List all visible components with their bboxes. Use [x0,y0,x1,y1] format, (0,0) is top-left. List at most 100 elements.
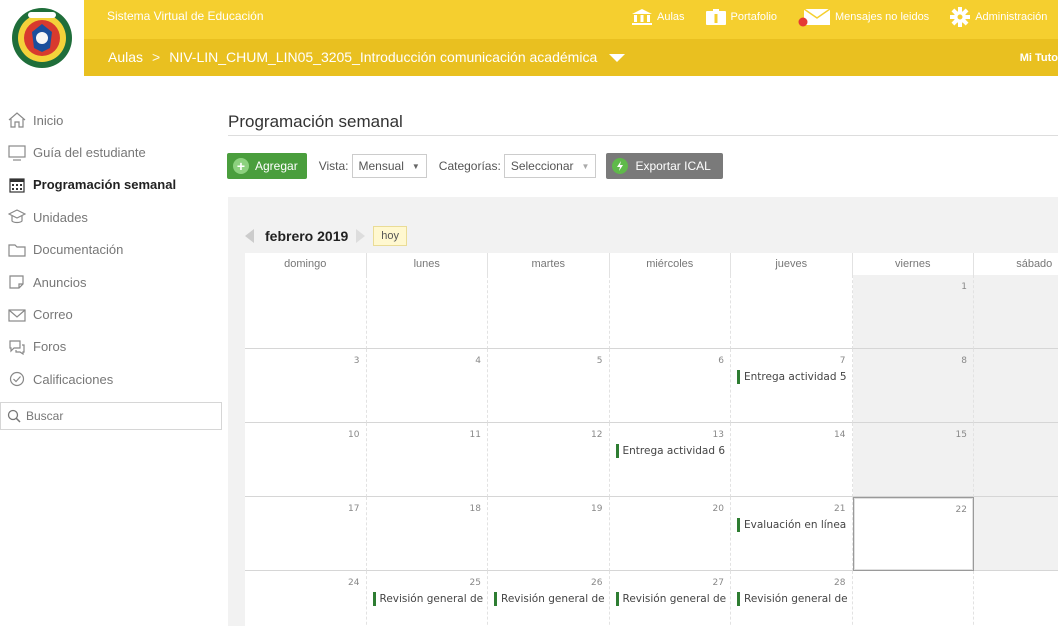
breadcrumb-bar: Aulas > NIV-LIN_CHUM_LIN05_3205_Introducci… [84,39,1058,76]
day-cell[interactable]: 22 [852,497,974,571]
user-link[interactable]: Mi Tuto [1020,52,1058,64]
day-cell[interactable]: 14 [731,423,853,497]
sidebar-item-correo[interactable]: Correo [0,298,224,330]
day-cell[interactable]: 21 Evaluación en línea 2 [731,497,853,571]
calendar-event[interactable]: Revisión general de la a [737,592,850,606]
day-number: 19 [591,504,603,514]
breadcrumb: Aulas > NIV-LIN_CHUM_LIN05_3205_Introducci… [108,49,626,65]
day-cell[interactable]: 4 [366,349,488,423]
day-number: 13 [712,430,724,440]
day-cell[interactable]: 19 [488,497,610,571]
institution-logo[interactable] [0,0,84,76]
day-cell[interactable]: 2 [974,275,1058,349]
sidebar-item-label: Foros [33,339,67,355]
day-cell[interactable]: 11 [366,423,488,497]
day-cell[interactable] [731,275,853,349]
day-cell[interactable]: 15 [852,423,974,497]
day-cell[interactable] [853,571,974,626]
chevron-down-icon: ▼ [581,161,590,171]
calendar-event[interactable]: Revisión general de la a [372,592,485,606]
day-cell[interactable]: 7 Entrega actividad 5 [731,349,853,423]
nav-portafolio[interactable]: Portafolio [705,9,777,25]
page-title: Programación semanal [228,112,403,131]
day-cell[interactable]: 8 [852,349,974,423]
day-cell[interactable]: 20 [609,497,731,571]
site-title[interactable]: Sistema Virtual de Educación [107,9,264,23]
next-month-icon[interactable] [356,229,366,243]
day-cell[interactable]: 1 [852,275,974,349]
day-cell[interactable]: 26 Revisión general de la a [488,571,610,626]
day-cell[interactable]: 5 [488,349,610,423]
day-cell[interactable]: 17 [245,497,367,571]
nav-administracion[interactable]: Administración [950,7,1047,27]
calendar-event[interactable]: Entrega actividad 6 [615,444,729,458]
sidebar-item-label: Programación semanal [33,177,177,193]
breadcrumb-course[interactable]: NIV-LIN_CHUM_LIN05_3205_Introducción com… [169,49,597,65]
graduation-cap-icon [8,209,26,224]
calendar-event[interactable]: Revisión general de la a [615,592,728,606]
add-button[interactable]: + Agregar [227,153,307,179]
categories-select[interactable]: Seleccionar ▼ [503,154,597,178]
day-number: 24 [348,578,360,588]
day-cell[interactable]: 10 [245,423,367,497]
day-number: 14 [834,430,846,440]
day-cell[interactable]: 6 [609,349,731,423]
day-cell[interactable]: 13 Entrega actividad 6 [609,423,731,497]
day-cell[interactable]: 18 [366,497,488,571]
day-cell[interactable] [974,571,1058,626]
day-number: 7 [839,356,846,366]
home-icon [8,112,26,128]
calendar-event[interactable]: Entrega actividad 5 [737,370,850,384]
title-divider [228,135,1058,136]
day-cell[interactable]: 24 [245,571,367,626]
view-select[interactable]: Mensual ▼ [351,154,427,178]
month-label: febrero 2019 [265,228,349,244]
day-cell[interactable]: 25 Revisión general de la a [367,571,488,626]
day-number: 5 [596,356,603,366]
day-number: 20 [712,504,724,514]
day-cell[interactable]: 27 Revisión general de la a [610,571,731,626]
calendar-event[interactable]: Revisión general de la a [494,592,607,606]
search-icon [7,409,21,423]
day-cell[interactable]: 3 [245,349,367,423]
day-cell[interactable] [245,275,367,349]
calendar-toolbar: + Agregar Vista: Mensual ▼ Categorías: Se… [227,152,723,180]
day-cell[interactable]: 23 [974,497,1058,571]
day-number: 12 [591,430,603,440]
day-cell[interactable] [366,275,488,349]
day-cell[interactable]: 28 Revisión general de la a [731,571,853,626]
nav-aulas-label: Aulas [657,11,685,23]
today-button[interactable]: hoy [373,226,408,246]
sidebar-item-label: Anuncios [33,274,87,290]
nav-aulas[interactable]: Aulas [632,9,685,25]
folder-icon [705,9,726,25]
day-cell[interactable] [609,275,731,349]
sidebar-item-guia[interactable]: Guía del estudiante [0,136,224,168]
prev-month-icon[interactable] [245,229,254,243]
day-cell[interactable]: 16 [974,423,1058,497]
sidebar-item-documentacion[interactable]: Documentación [0,234,224,266]
categories-label: Categorías: [438,159,501,173]
search-label: Buscar [26,408,64,423]
sidebar-item-label: Unidades [33,209,88,225]
sidebar-item-anuncios[interactable]: Anuncios [0,266,224,298]
day-cell[interactable]: 12 [488,423,610,497]
day-cell[interactable] [488,275,610,349]
sidebar-item-foros[interactable]: Foros [0,331,224,363]
view-select-value: Mensual [358,159,404,173]
day-number: 26 [591,578,603,588]
weekday-0: domingo [245,253,367,275]
sidebar-item-unidades[interactable]: Unidades [0,201,224,233]
sidebar-item-calificaciones[interactable]: Calificaciones [0,363,224,395]
sidebar-search[interactable]: Buscar [0,401,222,430]
sidebar-item-inicio[interactable]: Inicio [0,104,224,136]
export-ical-button[interactable]: Exportar ICAL [606,153,723,179]
day-number: 28 [834,578,846,588]
calendar-event[interactable]: Evaluación en línea 2 [737,518,850,532]
export-icon [612,158,629,174]
sidebar-item-programacion[interactable]: Programación semanal [0,169,224,201]
breadcrumb-root[interactable]: Aulas [108,49,143,65]
course-dropdown-icon[interactable] [609,54,626,63]
day-cell[interactable]: 9 [974,349,1058,423]
nav-mensajes[interactable]: Mensajes no leidos [798,7,929,27]
